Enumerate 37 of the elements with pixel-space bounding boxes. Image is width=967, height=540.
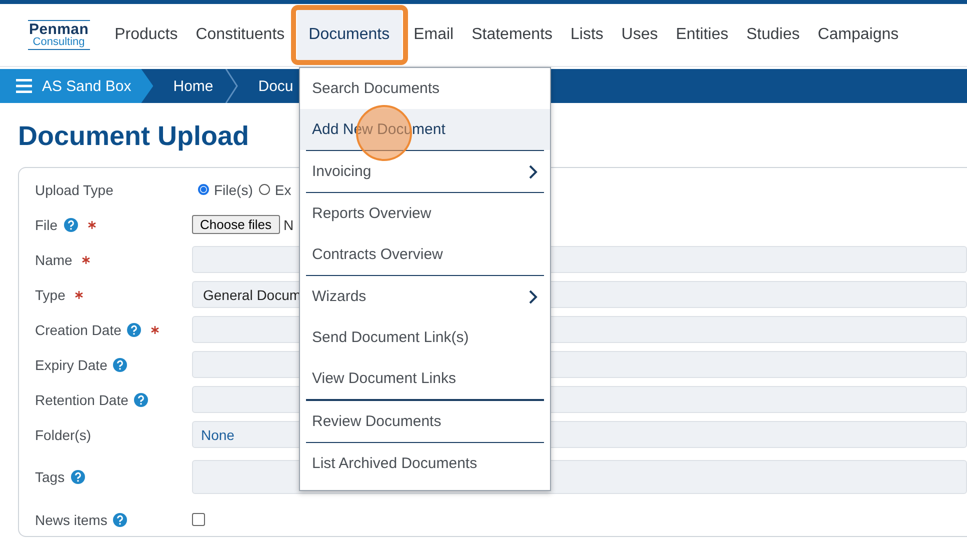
menu-item[interactable]: Contracts Overview [300,234,550,275]
chevron-separator-icon [225,69,238,103]
field-label: Folder(s) [35,426,92,442]
nav-link[interactable]: Statements [462,18,562,52]
nav-link[interactable]: Campaigns [808,18,908,52]
radio-label[interactable]: File(s) [214,182,253,198]
nav-link[interactable]: Lists [562,18,612,52]
menu-item[interactable]: View Document Links [300,358,550,399]
radio-button[interactable] [258,184,270,195]
radio-button[interactable] [198,184,209,195]
page-title: Document Upload [18,121,250,153]
menu-item[interactable]: Invoicing [300,151,550,192]
menu-icon [16,78,32,94]
field-label: Tags [35,469,65,485]
nav-link[interactable]: Studies [737,18,809,52]
nav-link[interactable]: Documents [296,8,402,62]
field-label: Upload Type [35,182,114,198]
field-label: News items [35,512,108,528]
checkbox[interactable] [192,513,205,526]
field-label: Type [35,286,66,302]
field-label: Creation Date [35,322,122,338]
menu-item[interactable]: Send Document Link(s) [300,317,550,358]
nav-link[interactable]: Entities [666,18,738,52]
logo[interactable]: Penman Consulting [28,20,90,50]
nav-link[interactable]: Products [106,18,187,52]
field-label: Name [35,252,72,268]
nav-link[interactable]: Constituents [186,18,294,52]
nav-link[interactable]: Email [404,18,463,52]
field-label: File [35,216,58,232]
nav-link[interactable]: Uses [612,18,667,52]
choose-files-button[interactable]: Choose files [192,215,280,234]
file-status-text: N [284,216,294,232]
menu-item[interactable]: Add New Document [300,109,550,150]
menu-item[interactable]: Reports Overview [300,193,550,234]
field-label: Retention Date [35,392,128,408]
field-label: Expiry Date [35,356,108,372]
radio-label[interactable]: Ex [274,182,292,198]
